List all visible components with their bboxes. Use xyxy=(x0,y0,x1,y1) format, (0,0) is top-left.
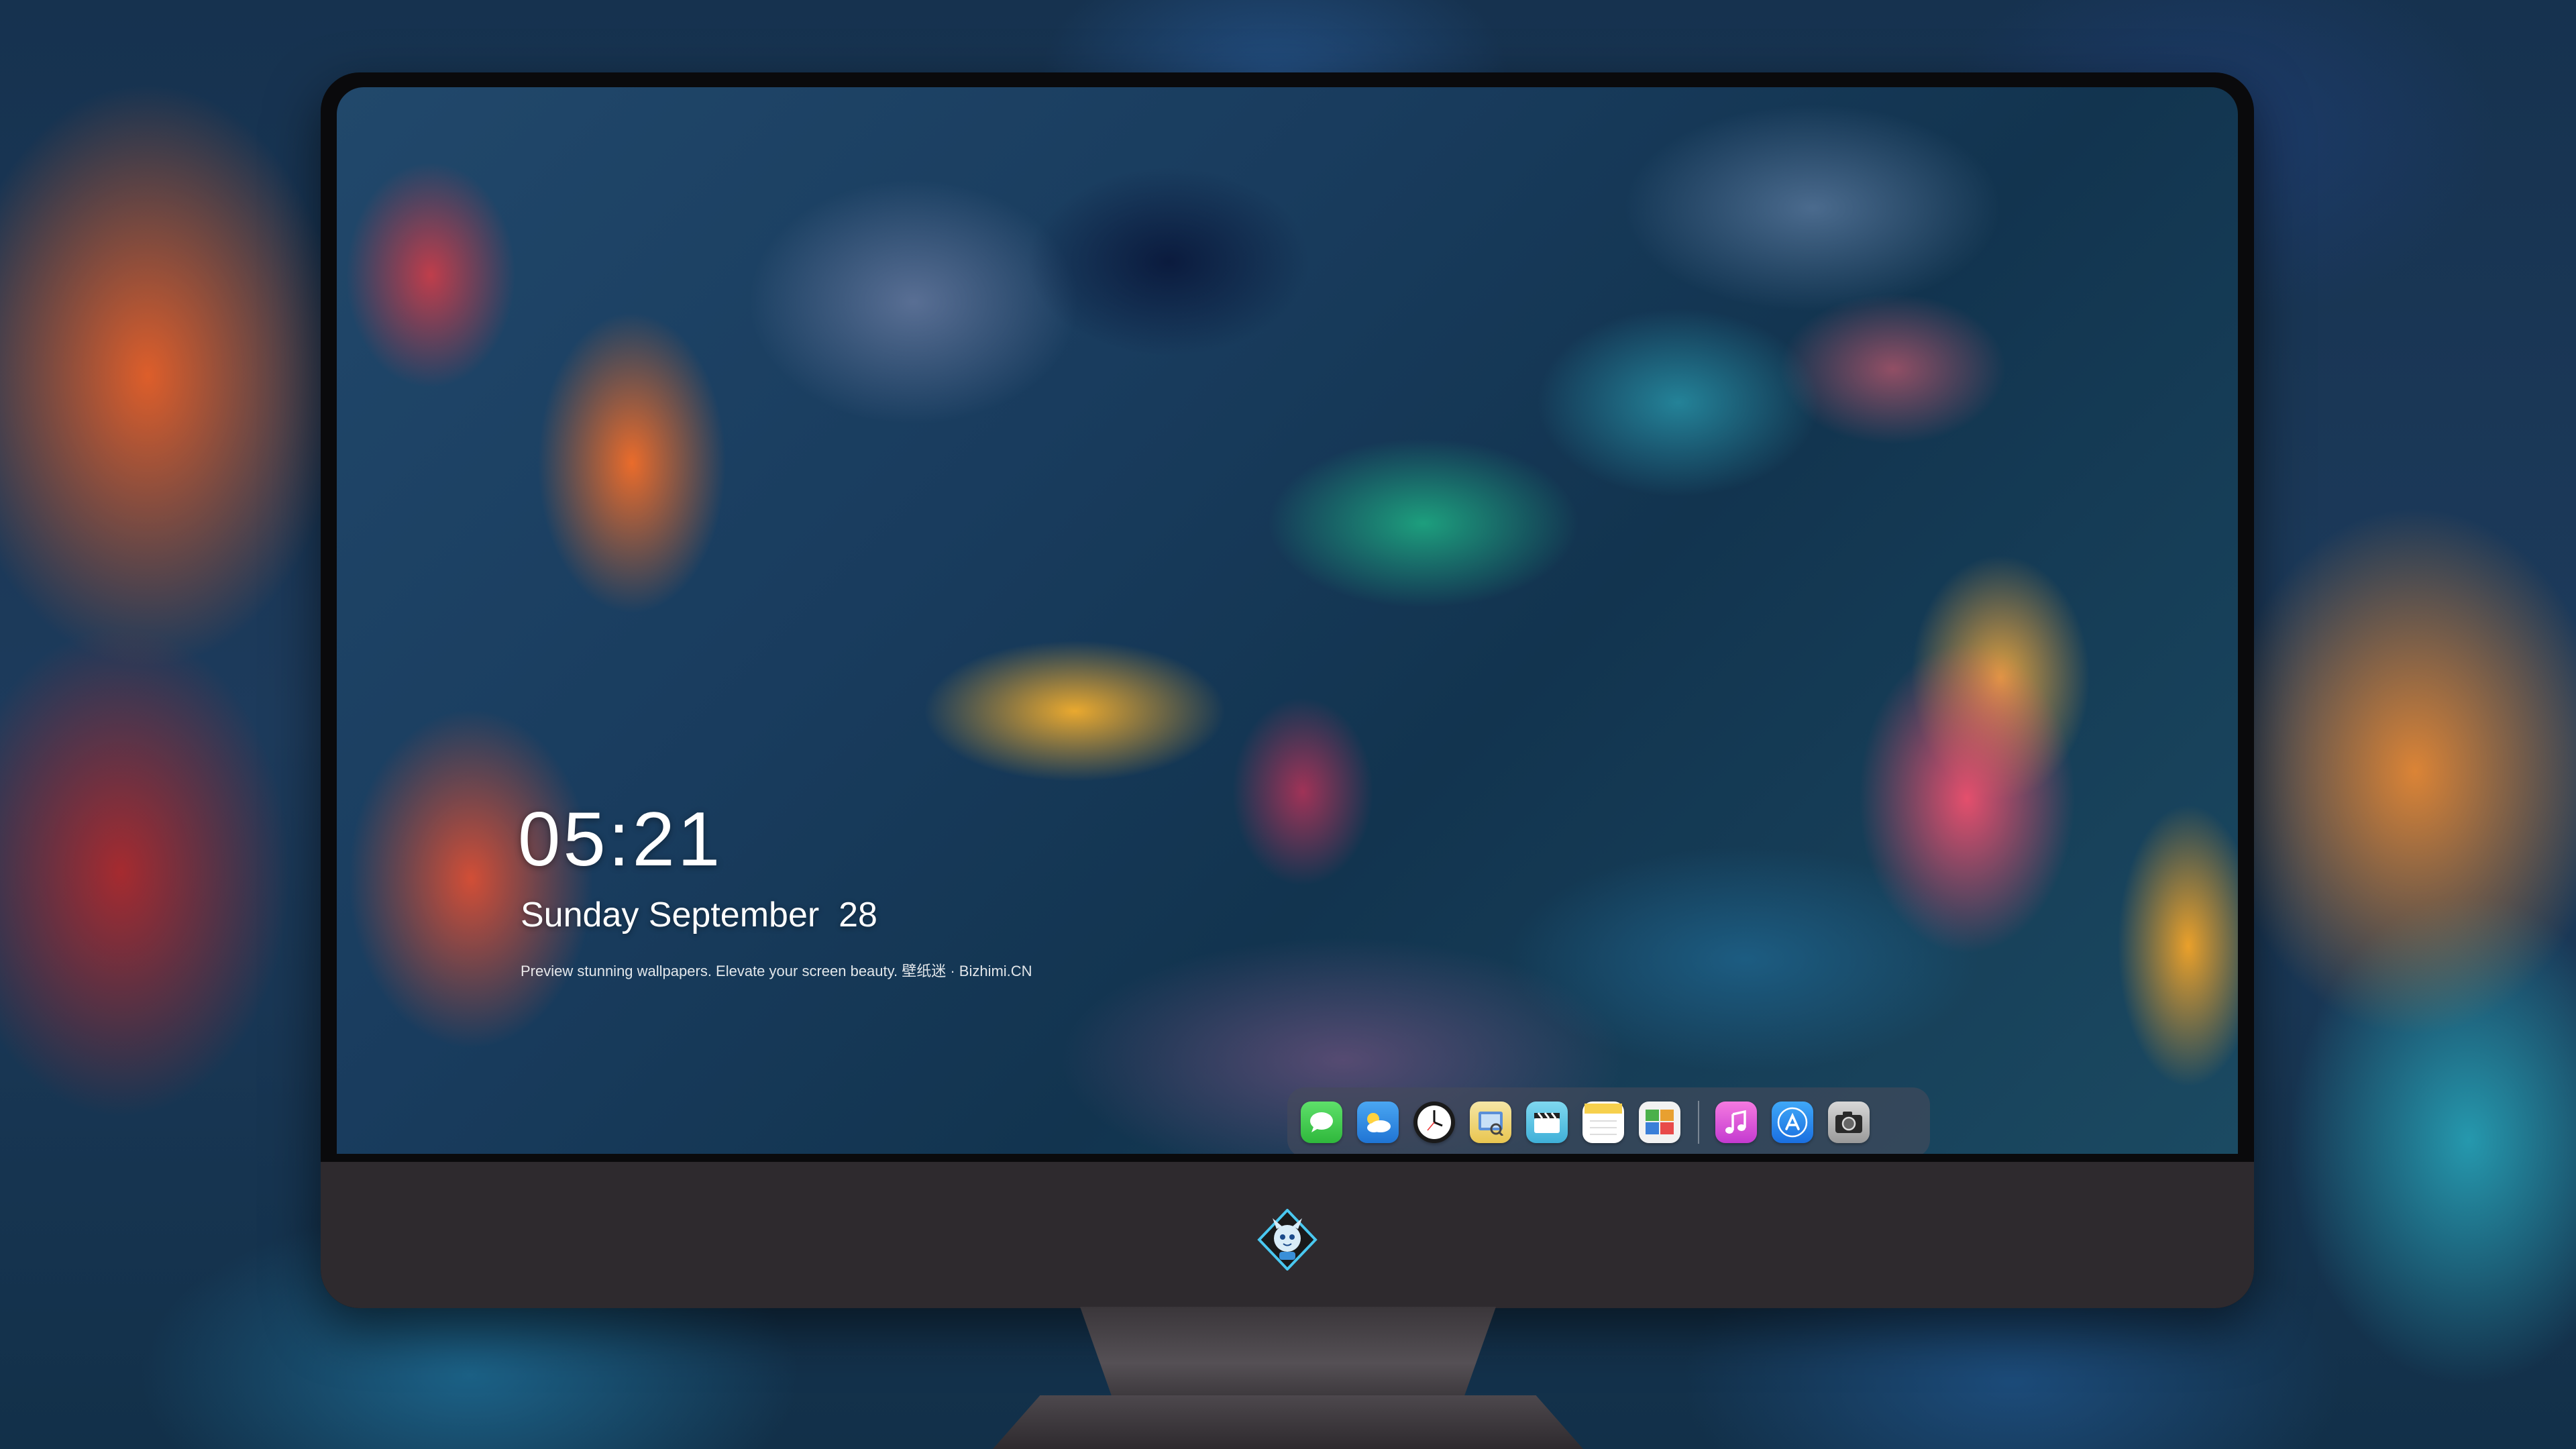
camera-icon[interactable] xyxy=(1828,1102,1870,1143)
photo-gallery-icon[interactable] xyxy=(1639,1102,1680,1143)
preview-icon[interactable] xyxy=(1470,1102,1511,1143)
dock-separator xyxy=(1698,1101,1699,1144)
dock xyxy=(1287,1087,1930,1154)
clips-icon[interactable] xyxy=(1526,1102,1568,1143)
weather-icon[interactable] xyxy=(1357,1102,1399,1143)
notes-icon[interactable] xyxy=(1582,1102,1624,1143)
mascot-logo-icon xyxy=(1256,1208,1318,1271)
monitor-stand-neck xyxy=(1080,1307,1496,1401)
music-icon[interactable] xyxy=(1715,1102,1757,1143)
lockscreen-clock: 05:21 xyxy=(518,797,723,882)
clock-icon[interactable] xyxy=(1413,1102,1455,1143)
messages-icon[interactable] xyxy=(1301,1102,1342,1143)
app-store-icon[interactable] xyxy=(1772,1102,1813,1143)
monitor-stand-base xyxy=(993,1395,1583,1449)
monitor: 05:21 Sunday September 28 Preview stunni… xyxy=(321,72,2254,1308)
lockscreen-date: Sunday September 28 xyxy=(521,896,877,934)
monitor-chin xyxy=(321,1162,2254,1308)
desktop-screen: 05:21 Sunday September 28 Preview stunni… xyxy=(337,87,2238,1154)
lockscreen-tagline: Preview stunning wallpapers. Elevate you… xyxy=(521,963,1032,979)
blurred-background: 05:21 Sunday September 28 Preview stunni… xyxy=(0,0,2576,1449)
